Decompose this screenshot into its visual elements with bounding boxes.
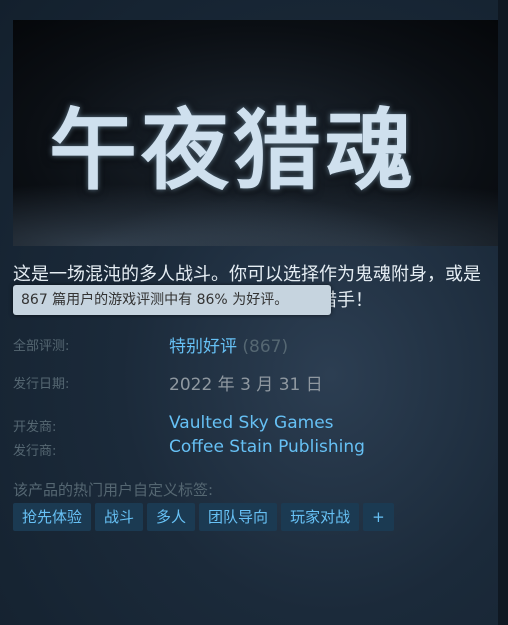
reviews-rating[interactable]: 特别好评 xyxy=(169,337,237,357)
window-edge xyxy=(498,0,508,625)
tag-pvp[interactable]: 玩家对战 xyxy=(281,503,360,531)
reviews-count: (867) xyxy=(242,337,289,357)
release-date-value: 2022 年 3 月 31 日 xyxy=(169,375,323,395)
reviews-label: 全部评测: xyxy=(13,339,70,354)
tag-combat[interactable]: 战斗 xyxy=(95,503,144,531)
game-header-image[interactable]: 午夜猎魂 xyxy=(13,20,498,246)
tag-team-based[interactable]: 团队导向 xyxy=(199,503,278,531)
game-logo-title: 午夜猎魂 xyxy=(49,99,418,202)
publisher-label: 发行商: xyxy=(13,444,57,459)
review-tooltip: 867 篇用户的游戏评测中有 86% 为好评。 xyxy=(13,285,331,315)
tag-list: 抢先体验 战斗 多人 团队导向 玩家对战 + xyxy=(13,503,394,531)
reviews-summary[interactable]: 特别好评 (867) xyxy=(169,332,288,357)
developer-link[interactable]: Vaulted Sky Games xyxy=(169,413,334,433)
tag-multiplayer[interactable]: 多人 xyxy=(147,503,196,531)
developer-label: 开发商: xyxy=(13,420,57,435)
publisher-link[interactable]: Coffee Stain Publishing xyxy=(169,437,365,457)
tag-early-access[interactable]: 抢先体验 xyxy=(13,503,92,531)
popular-tags-header: 该产品的热门用户自定义标签: xyxy=(13,481,214,499)
add-tag-button[interactable]: + xyxy=(363,503,394,531)
release-date-label: 发行日期: xyxy=(13,377,70,392)
